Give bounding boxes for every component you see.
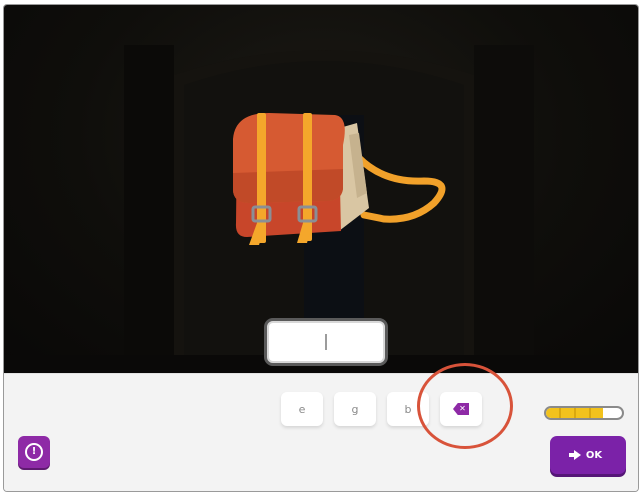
letter-key-label: b xyxy=(404,402,412,416)
help-icon: ! xyxy=(25,443,43,461)
answer-input[interactable] xyxy=(264,318,388,366)
letter-key-g[interactable]: g xyxy=(334,392,376,426)
letter-key-b[interactable]: b xyxy=(387,392,429,426)
help-button[interactable]: ! xyxy=(18,436,50,468)
delete-key[interactable]: ✕ xyxy=(440,392,482,426)
progress-fill xyxy=(546,408,603,418)
letter-key-label: g xyxy=(351,402,359,416)
bottom-bar: e g b ✕ ! OK xyxy=(4,373,638,491)
text-cursor xyxy=(325,334,327,350)
letter-key-label: e xyxy=(298,402,306,416)
ok-button-label: OK xyxy=(585,449,603,461)
backspace-icon: ✕ xyxy=(453,403,469,415)
backpack-icon xyxy=(233,113,446,245)
progress-bar xyxy=(544,406,624,420)
scene xyxy=(4,5,638,373)
arrow-right-icon xyxy=(568,450,581,460)
game-frame: e g b ✕ ! OK xyxy=(3,4,639,492)
letter-key-e[interactable]: e xyxy=(281,392,323,426)
ok-button[interactable]: OK xyxy=(550,436,626,474)
